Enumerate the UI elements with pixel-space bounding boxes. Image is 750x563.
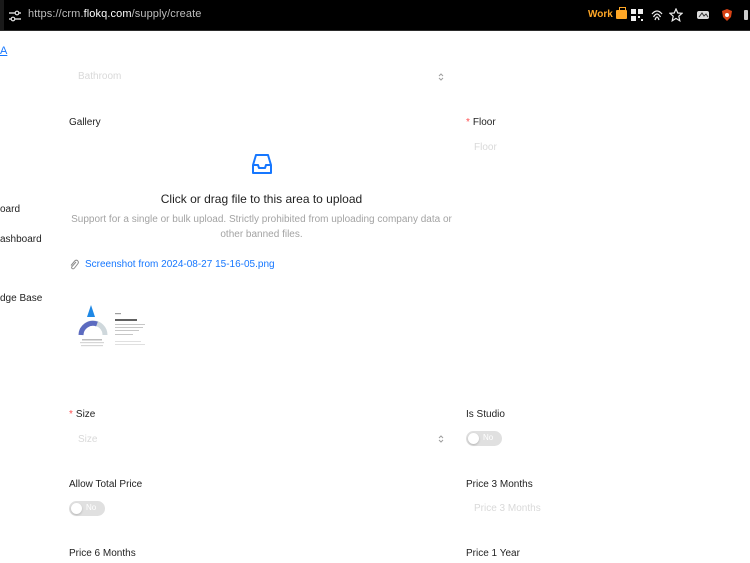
container-badge[interactable]: Work xyxy=(588,7,627,20)
browser-toolbar: https://crm.flokq.com/supply/create Work xyxy=(0,0,750,31)
url-path: /supply/create xyxy=(131,8,202,20)
price-6-months-label: Price 6 Months xyxy=(69,548,136,559)
toggle-text: No xyxy=(86,503,97,512)
required-mark: * xyxy=(466,117,470,128)
floor-label: * Floor xyxy=(466,117,496,128)
paperclip-icon xyxy=(70,259,79,270)
toggle-knob xyxy=(71,503,82,514)
toolbar-divider xyxy=(0,30,750,31)
uploaded-file-name[interactable]: Screenshot from 2024-08-27 15-16-05.png xyxy=(85,259,275,270)
sidebar-top-link[interactable]: A xyxy=(0,45,7,57)
price-1-year-label: Price 1 Year xyxy=(466,548,520,559)
uploaded-image-thumbnail[interactable] xyxy=(77,303,151,353)
sidebar-item-knowledge-base[interactable]: dge Base xyxy=(0,293,42,304)
url-host: flokq.com xyxy=(83,8,132,20)
toolbar-edge xyxy=(0,0,4,31)
inbox-icon xyxy=(252,154,272,174)
grid-qr-icon[interactable] xyxy=(630,8,644,22)
chevron-updown-icon[interactable] xyxy=(438,434,444,444)
fingerprint-icon[interactable] xyxy=(650,8,664,22)
container-label: Work xyxy=(588,9,613,20)
extension-icon[interactable] xyxy=(696,8,710,22)
toggle-text: No xyxy=(483,433,494,442)
briefcase-icon xyxy=(615,7,627,19)
chevron-updown-icon[interactable] xyxy=(438,72,444,82)
bathroom-select[interactable]: Bathroom xyxy=(78,71,121,82)
uploaded-file[interactable]: Screenshot from 2024-08-27 15-16-05.png xyxy=(69,259,275,270)
gallery-label: Gallery xyxy=(69,117,101,128)
is-studio-label: Is Studio xyxy=(466,409,505,420)
floor-label-text: Floor xyxy=(472,117,496,128)
menu-icon[interactable] xyxy=(742,8,750,22)
floor-input[interactable]: Floor xyxy=(474,142,497,153)
is-studio-toggle[interactable]: No xyxy=(466,431,502,446)
upload-hint: Support for a single or bulk upload. Str… xyxy=(71,214,452,240)
toggle-knob xyxy=(468,433,479,444)
bookmark-star-icon[interactable] xyxy=(669,8,683,22)
price-3-months-input[interactable]: Price 3 Months xyxy=(474,503,541,514)
sidebar-item-dashboard[interactable]: oard xyxy=(0,204,20,215)
sidebar-item-analytics-dashboard[interactable]: ashboard xyxy=(0,234,42,245)
allow-total-price-label: Allow Total Price xyxy=(69,479,143,490)
site-settings-icon[interactable] xyxy=(8,9,22,23)
size-label: * Size xyxy=(69,409,95,420)
size-label-text: Size xyxy=(75,409,96,420)
upload-dropzone-title[interactable]: Click or drag file to this area to uploa… xyxy=(69,192,454,206)
required-mark: * xyxy=(69,409,73,420)
price-3-months-label: Price 3 Months xyxy=(466,479,533,490)
address-bar[interactable]: https://crm.flokq.com/supply/create xyxy=(28,8,201,20)
size-select[interactable]: Size xyxy=(78,434,97,445)
shield-extension-icon[interactable] xyxy=(720,8,734,22)
allow-total-price-toggle[interactable]: No xyxy=(69,501,105,516)
url-prefix: https://crm. xyxy=(28,8,84,20)
